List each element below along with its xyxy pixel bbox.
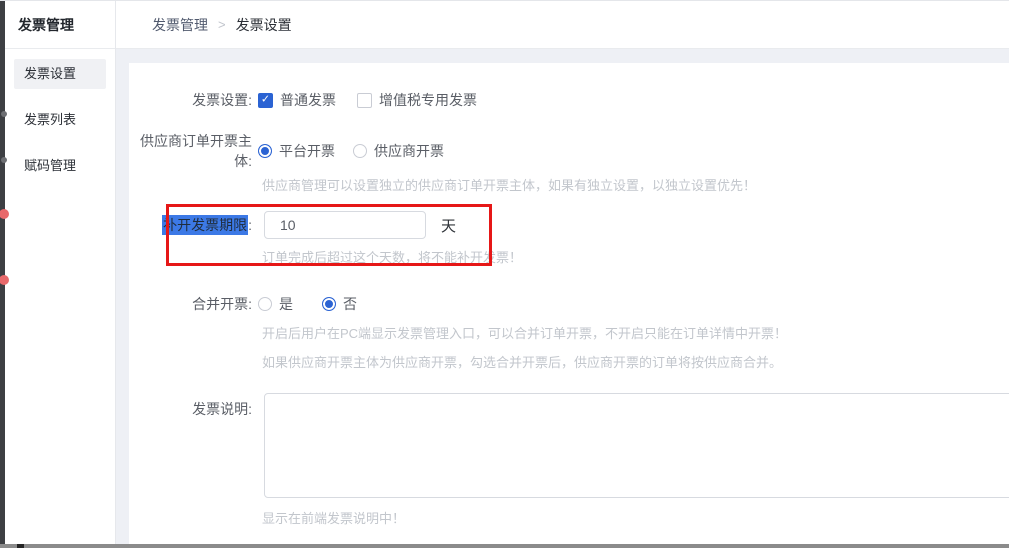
settings-form-card: 发票设置: ✓ 普通发票 增值税专用发票 供应商订单开票主体:	[129, 63, 1009, 545]
horizontal-scrollbar[interactable]	[0, 544, 1009, 548]
app-window: 发票管理 发票设置 发票列表 赋码管理 发票管理 > 发票设置 发票设置: ✓ …	[0, 1, 1009, 548]
radio-selected-icon[interactable]	[258, 144, 272, 158]
reissue-deadline-unit: 天	[441, 215, 456, 236]
supplier-subject-row: 供应商订单开票主体: 平台开票 供应商开票	[129, 142, 444, 160]
radio-label: 平台开票	[279, 141, 335, 161]
invoice-note-textarea[interactable]	[264, 393, 1009, 498]
checkbox-option-ordinary-invoice[interactable]: ✓ 普通发票	[258, 90, 336, 110]
checkbox-label: 增值税专用发票	[379, 90, 477, 110]
radio-option-platform-invoicing[interactable]: 平台开票	[258, 141, 335, 161]
checkbox-unchecked-icon[interactable]	[357, 93, 372, 108]
invoice-type-label: 发票设置:	[129, 90, 252, 110]
radio-selected-icon[interactable]	[322, 297, 336, 311]
main-area: 发票管理 > 发票设置 发票设置: ✓ 普通发票 增值税专用发票	[116, 1, 1009, 548]
radio-unselected-icon[interactable]	[353, 144, 367, 158]
invoice-note-label: 发票说明:	[129, 393, 252, 419]
merge-invoice-row: 合并开票: 是 否	[129, 295, 357, 313]
reissue-deadline-helper-text: 订单完成后超过这个天数，将不能补开发票！	[262, 247, 522, 266]
merge-invoice-helper-text-2: 如果供应商开票主体为供应商开票，勾选合并开票后，供应商开票的订单将按供应商合并。	[262, 352, 782, 371]
reissue-deadline-row: 补开发票期限: 天	[129, 211, 456, 239]
radio-option-no[interactable]: 否	[322, 294, 357, 314]
breadcrumb-item-invoice-management[interactable]: 发票管理	[152, 15, 208, 35]
sidebar-item-invoice-settings[interactable]: 发票设置	[14, 59, 106, 89]
breadcrumb: 发票管理 > 发票设置	[116, 1, 1009, 49]
sidebar-menu: 发票设置 发票列表 赋码管理	[0, 49, 115, 181]
sidebar: 发票管理 发票设置 发票列表 赋码管理	[0, 1, 116, 548]
radio-label: 是	[279, 294, 293, 314]
selected-text-highlight: 补开发票期限	[162, 215, 248, 235]
reissue-deadline-label: 补开发票期限:	[129, 215, 252, 235]
reissue-deadline-input[interactable]	[264, 211, 426, 239]
gray-edge-marker-icon	[1, 111, 7, 117]
sidebar-item-invoice-list[interactable]: 发票列表	[0, 105, 106, 135]
radio-label: 供应商开票	[374, 141, 444, 161]
merge-invoice-label: 合并开票:	[129, 294, 252, 314]
breadcrumb-separator-icon: >	[218, 17, 226, 32]
invoice-type-row: 发票设置: ✓ 普通发票 增值税专用发票	[129, 91, 477, 109]
supplier-subject-label: 供应商订单开票主体:	[129, 131, 252, 171]
radio-label: 否	[343, 294, 357, 314]
invoice-note-row: 发票说明:	[129, 393, 1009, 498]
content-area: 发票设置: ✓ 普通发票 增值税专用发票 供应商订单开票主体:	[116, 49, 1009, 548]
sidebar-item-code-management[interactable]: 赋码管理	[0, 151, 106, 181]
checkbox-option-vat-invoice[interactable]: 增值税专用发票	[357, 90, 477, 110]
breadcrumb-item-invoice-settings: 发票设置	[236, 15, 292, 35]
supplier-subject-helper-text: 供应商管理可以设置独立的供应商订单开票主体，如果有独立设置，以独立设置优先！	[262, 175, 756, 194]
scrollbar-thumb[interactable]	[17, 544, 24, 548]
checkbox-checked-icon[interactable]: ✓	[258, 93, 273, 108]
merge-invoice-helper-text-1: 开启后用户在PC端显示发票管理入口，可以合并订单开票，不开启只能在订单详情中开票…	[262, 323, 787, 342]
radio-unselected-icon[interactable]	[258, 297, 272, 311]
checkbox-label: 普通发票	[280, 90, 336, 110]
invoice-note-helper-text: 显示在前端发票说明中！	[262, 508, 405, 527]
sidebar-title: 发票管理	[0, 1, 115, 49]
radio-option-yes[interactable]: 是	[258, 294, 293, 314]
gray-edge-marker-icon	[1, 157, 7, 163]
radio-option-supplier-invoicing[interactable]: 供应商开票	[353, 141, 444, 161]
